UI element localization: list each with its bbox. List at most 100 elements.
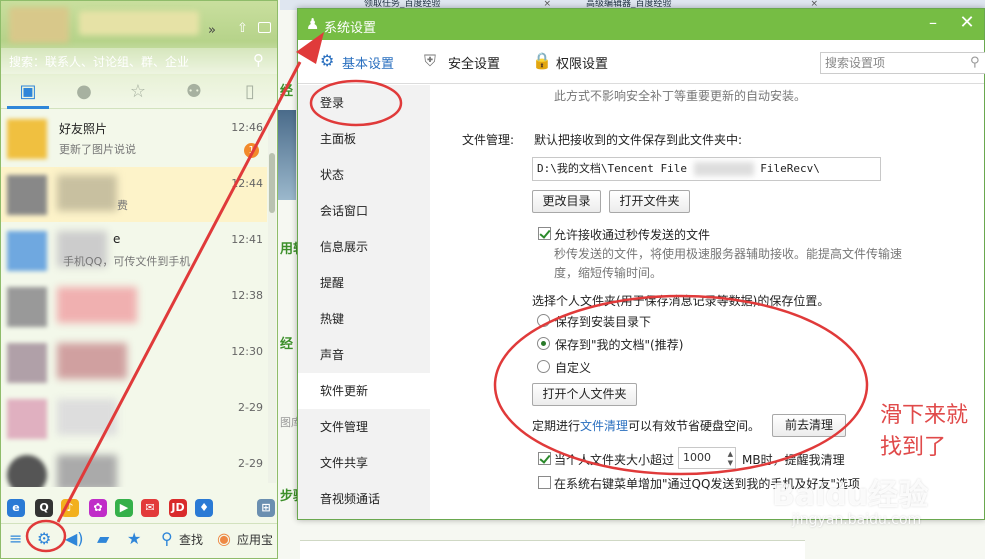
grid-icon[interactable]: ⊞ bbox=[257, 499, 275, 517]
sidebar-item-file-management[interactable]: 文件管理 bbox=[298, 409, 430, 445]
message-time: 12:41 bbox=[231, 233, 263, 246]
sidebar-item-main-panel[interactable]: 主面板 bbox=[298, 121, 430, 157]
sidebar-item-av-call[interactable]: 音视频通话 bbox=[298, 481, 430, 517]
qzone-icon[interactable]: e bbox=[7, 499, 25, 517]
shield-icon[interactable]: ♦ bbox=[195, 499, 213, 517]
gear-icon[interactable]: ⚙ bbox=[37, 529, 51, 548]
file-management-label: 文件管理: bbox=[462, 133, 515, 147]
context-menu-checkbox[interactable] bbox=[538, 476, 551, 489]
qq-header: » ⇧ bbox=[1, 1, 277, 45]
chevron-down-icon[interactable]: ▼ bbox=[728, 459, 733, 467]
mailbox-icon[interactable] bbox=[258, 22, 271, 33]
tab-security-settings[interactable]: 安全设置 bbox=[448, 53, 500, 72]
phone-tab-icon[interactable]: ▯ bbox=[235, 81, 265, 105]
save-path-field[interactable]: D:\我的文档\Tencent File FileRecv\ bbox=[532, 157, 881, 181]
favorite-icon[interactable]: ★ bbox=[127, 529, 141, 548]
allow-fast-transfer-checkbox[interactable] bbox=[538, 227, 551, 240]
minimize-button[interactable]: – bbox=[918, 12, 948, 36]
list-item[interactable]: 费 12:44 bbox=[1, 167, 267, 222]
list-item[interactable]: e 手机QQ，可传文件到手机 12:41 bbox=[1, 223, 267, 278]
list-item[interactable]: 12:30 bbox=[1, 335, 267, 390]
volume-icon[interactable]: ◀) bbox=[65, 529, 84, 548]
app-shortcut-bar: e Q ♪ ✿ ▶ ✉ JD ♦ ⊞ bbox=[1, 495, 277, 521]
clean-suffix: 可以有效节省硬盘空间。 bbox=[628, 419, 761, 433]
find-icon[interactable]: ⚲ bbox=[161, 529, 173, 548]
open-personal-folder-button[interactable]: 打开个人文件夹 bbox=[532, 383, 637, 406]
list-item[interactable]: 好友照片 更新了图片说说 12:46 1 bbox=[1, 111, 267, 166]
file-clean-link[interactable]: 文件清理 bbox=[580, 417, 628, 434]
list-item[interactable]: 12:38 bbox=[1, 279, 267, 334]
mail-icon[interactable]: ✉ bbox=[141, 499, 159, 517]
sidebar-item-software-update[interactable]: 软件更新 bbox=[298, 373, 430, 409]
scrollbar-thumb[interactable] bbox=[269, 153, 275, 213]
settings-tab-bar: ⚙ 基本设置 ⛨ 安全设置 🔒 权限设置 ⚲ bbox=[298, 40, 985, 84]
chat-list-scrollbar[interactable] bbox=[268, 113, 276, 483]
avatar bbox=[7, 343, 47, 383]
clean-prefix: 定期进行 bbox=[532, 419, 581, 433]
qq-bottom-toolbar: ≡ ⚙ ◀) ▰ ★ ⚲ 查找 ◉ 应用宝 bbox=[1, 523, 277, 553]
search-icon[interactable]: ⚲ bbox=[970, 55, 980, 70]
blurred-path bbox=[693, 162, 754, 176]
avatar[interactable] bbox=[9, 7, 69, 43]
blurred-name bbox=[57, 343, 127, 379]
last-message: 更新了图片说说 bbox=[59, 143, 136, 156]
search-icon[interactable]: ⚲ bbox=[253, 51, 264, 69]
flower-icon[interactable]: ✿ bbox=[89, 499, 107, 517]
size-reminder-checkbox[interactable] bbox=[538, 452, 551, 465]
qq-search-bar[interactable]: 搜索：联系人、讨论组、群、企业 ⚲ bbox=[1, 48, 277, 74]
go-clean-button[interactable]: 前去清理 bbox=[772, 414, 846, 437]
penguin-icon[interactable]: Q bbox=[35, 499, 53, 517]
message-time: 2-29 bbox=[238, 401, 263, 414]
search-input[interactable]: 搜索：联系人、讨论组、群、企业 bbox=[9, 53, 189, 70]
sidebar-item-reminders[interactable]: 提醒 bbox=[298, 265, 430, 301]
radio-custom[interactable] bbox=[537, 360, 550, 373]
folder-icon[interactable]: ▰ bbox=[97, 529, 109, 548]
list-item[interactable]: 2-29 bbox=[1, 391, 267, 446]
play-icon[interactable]: ▶ bbox=[115, 499, 133, 517]
size-reminder-suffix: MB时，提醒我清理 bbox=[742, 453, 845, 467]
default-save-text: 默认把接收到的文件保存到此文件夹中: bbox=[534, 133, 743, 147]
app-store-button[interactable]: 应用宝 bbox=[237, 531, 273, 548]
sidebar-item-status[interactable]: 状态 bbox=[298, 157, 430, 193]
sidebar-item-sound[interactable]: 声音 bbox=[298, 337, 430, 373]
app-store-icon[interactable]: ◉ bbox=[217, 529, 231, 548]
radio-install-dir[interactable] bbox=[537, 314, 550, 327]
sidebar-item-hotkeys[interactable]: 热键 bbox=[298, 301, 430, 337]
radio-my-documents[interactable] bbox=[537, 337, 550, 350]
recent-chat-list: 好友照片 更新了图片说说 12:46 1 费 12:44 e 手机QQ，可传文件… bbox=[1, 111, 267, 487]
tab-basic-settings[interactable]: 基本设置 bbox=[342, 53, 394, 72]
sidebar-item-file-sharing[interactable]: 文件共享 bbox=[298, 445, 430, 481]
change-directory-button[interactable]: 更改目录 bbox=[532, 190, 601, 213]
chevron-up-icon[interactable]: ▲ bbox=[728, 450, 733, 458]
sidebar-item-chat-window[interactable]: 会话窗口 bbox=[298, 193, 430, 229]
contact-name: e bbox=[113, 232, 121, 246]
size-limit-stepper[interactable]: 1000 ▲ ▼ bbox=[678, 447, 736, 469]
gear-icon: ⚙ bbox=[320, 51, 335, 70]
sidebar-item-info-display[interactable]: 信息展示 bbox=[298, 229, 430, 265]
sidebar-item-login[interactable]: 登录 bbox=[298, 85, 430, 121]
close-button[interactable]: ✕ bbox=[952, 12, 982, 36]
fast-transfer-desc: 度，缩短传输时间。 bbox=[554, 266, 663, 280]
open-folder-button[interactable]: 打开文件夹 bbox=[609, 190, 690, 213]
contacts-tab-icon[interactable]: ● bbox=[69, 81, 99, 105]
message-tab-icon[interactable]: ▣ bbox=[13, 81, 43, 105]
tab-permission-settings[interactable]: 权限设置 bbox=[556, 53, 608, 72]
menu-icon[interactable]: ≡ bbox=[9, 529, 22, 548]
qq-penguin-icon: ♟ bbox=[306, 15, 320, 33]
skin-icon[interactable]: ⇧ bbox=[237, 21, 248, 36]
double-chevron-icon[interactable]: » bbox=[208, 23, 216, 38]
jd-icon[interactable]: JD bbox=[169, 499, 187, 517]
dialog-title-bar[interactable]: ♟ 系统设置 – ✕ bbox=[298, 9, 984, 40]
save-path-suffix: FileRecv\ bbox=[760, 162, 820, 175]
music-icon[interactable]: ♪ bbox=[61, 499, 79, 517]
list-item[interactable]: 2-29 bbox=[1, 447, 267, 487]
watermark: Baidu经验 bbox=[772, 478, 929, 513]
settings-search-input[interactable] bbox=[825, 55, 965, 71]
settings-search-box[interactable]: ⚲ bbox=[820, 52, 985, 74]
favorites-tab-icon[interactable]: ☆ bbox=[123, 81, 153, 105]
find-button[interactable]: 查找 bbox=[179, 531, 203, 548]
avatar bbox=[7, 119, 47, 159]
settings-sidebar: 登录 主面板 状态 会话窗口 信息展示 提醒 热键 声音 软件更新 文件管理 文… bbox=[298, 85, 430, 519]
avatar bbox=[7, 175, 47, 215]
groups-tab-icon[interactable]: ⚉ bbox=[179, 81, 209, 105]
